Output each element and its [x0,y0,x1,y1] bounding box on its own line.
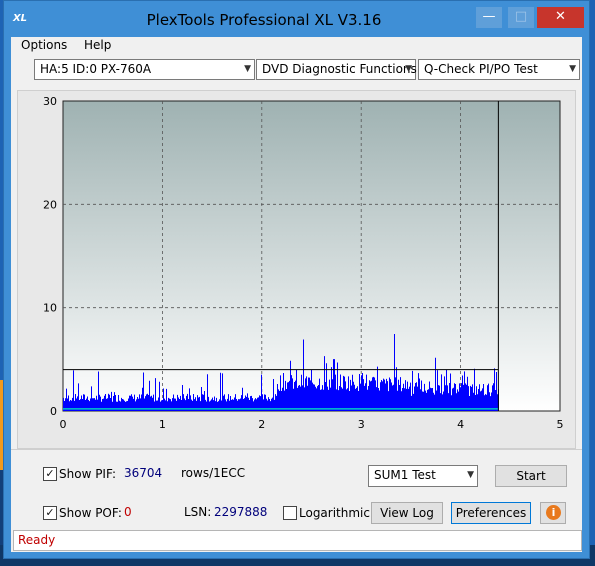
status-bar: Ready [13,530,582,551]
show-pif-label: Show PIF: [59,467,116,481]
sum-test-select-value: SUM1 Test [374,468,436,482]
chevron-down-icon: ▼ [405,64,412,74]
y-tick-label: 30 [43,95,57,108]
pi-po-chart: 0 1 2 3 4 5 0 10 20 30 [43,95,564,431]
chevron-down-icon: ▼ [569,64,576,74]
minimize-button[interactable]: — [476,7,502,28]
window-title: PlexTools Professional XL V3.16 [146,11,382,29]
chevron-down-icon: ▼ [244,64,251,74]
x-tick-label: 2 [258,418,265,431]
menu-bar: Options Help [11,37,582,55]
x-tick-label: 0 [60,418,67,431]
status-text: Ready [18,533,56,547]
drive-select-value: HA:5 ID:0 PX-760A [40,62,152,76]
app-window: XL PlexTools Professional XL V3.16 — □ ✕… [3,0,590,559]
menu-help[interactable]: Help [84,38,111,52]
info-icon: i [546,505,561,520]
close-button[interactable]: ✕ [537,7,584,28]
show-pof-label: Show POF: [59,506,122,520]
test-select-value: Q-Check PI/PO Test [424,62,538,76]
plot-area [62,100,561,412]
client-area: Options Help HA:5 ID:0 PX-760A ▼ DVD Dia… [11,37,582,552]
x-tick-label: 4 [457,418,464,431]
x-tick-label: 3 [358,418,365,431]
menu-options[interactable]: Options [21,38,67,52]
function-select[interactable]: DVD Diagnostic Functions ▼ [256,59,417,80]
logarithmic-checkbox[interactable] [283,506,297,520]
lsn-value: 2297888 [214,505,268,519]
sum-test-select[interactable]: SUM1 Test ▼ [368,465,478,487]
x-tick-label: 5 [557,418,564,431]
show-pof-checkbox[interactable]: ✓ [43,506,57,520]
rows-label: rows/1ECC [181,466,246,480]
test-select[interactable]: Q-Check PI/PO Test ▼ [418,59,580,80]
x-tick-label: 1 [159,418,166,431]
y-tick-label: 0 [50,405,57,418]
divider [11,449,582,450]
title-bar[interactable]: XL PlexTools Professional XL V3.16 — □ ✕ [4,1,589,37]
drive-select[interactable]: HA:5 ID:0 PX-760A ▼ [34,59,255,80]
y-tick-label: 20 [43,198,57,211]
logarithmic-label: Logarithmic [299,506,370,520]
lsn-label: LSN: [184,505,212,519]
chevron-down-icon: ▼ [467,470,474,480]
y-tick-label: 10 [43,302,57,315]
pof-value: 0 [124,505,132,519]
pif-value: 36704 [124,466,163,480]
function-select-value: DVD Diagnostic Functions [262,62,417,76]
show-pif-checkbox[interactable]: ✓ [43,467,57,481]
start-button[interactable]: Start [495,465,567,487]
chart-panel: 0 1 2 3 4 5 0 10 20 30 [17,90,576,449]
preferences-button[interactable]: Preferences [451,502,531,524]
maximize-button[interactable]: □ [508,7,534,28]
info-button[interactable]: i [540,502,566,524]
view-log-button[interactable]: View Log [371,502,443,524]
